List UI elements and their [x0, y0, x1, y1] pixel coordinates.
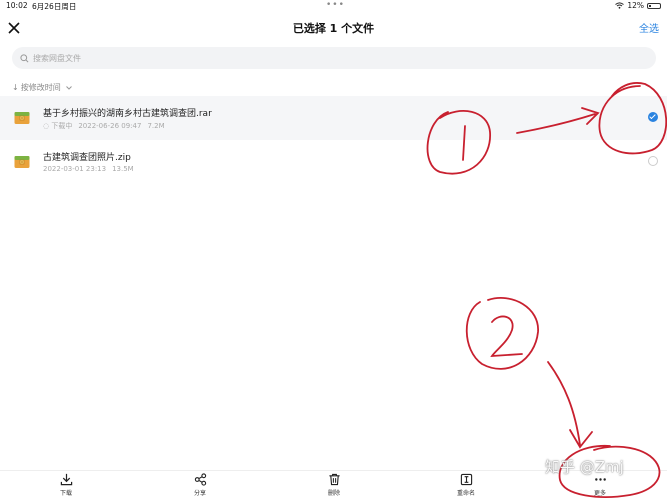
top-navbar: 已选择 1 个文件 全选 — [0, 14, 667, 42]
file-name: 基于乡村振兴的湖南乡村古建筑调查团.rar — [43, 109, 212, 119]
file-name: 古建筑调查团照片.zip — [43, 153, 131, 163]
file-size: 13.5M — [112, 165, 134, 173]
download-status: ◌ 下载中 — [43, 122, 73, 130]
status-right: 12% — [615, 1, 661, 10]
archive-file-icon — [14, 156, 30, 168]
file-meta: ◌ 下载中 2022-06-26 09:47 7.2M — [43, 121, 165, 131]
status-time: 10:02 — [6, 1, 28, 10]
archive-file-icon — [14, 112, 30, 124]
zhihu-watermark: 知乎 @Zmj — [545, 458, 624, 476]
annotation-arrow-2 — [547, 361, 593, 449]
select-all-button[interactable]: 全选 — [639, 20, 659, 35]
file-meta: 2022-03-01 23:13 13.5M — [43, 165, 134, 173]
delete-button[interactable]: 删除 — [314, 473, 354, 497]
close-button[interactable] — [8, 18, 26, 36]
file-row[interactable]: 古建筑调查团照片.zip 2022-03-01 23:13 13.5M — [0, 140, 667, 184]
battery-percent: 12% — [627, 1, 644, 10]
wifi-icon — [615, 2, 625, 9]
annotation-circle-2 — [465, 297, 539, 370]
battery-icon — [647, 2, 661, 9]
file-size: 7.2M — [147, 122, 165, 130]
search-bar[interactable] — [12, 47, 656, 69]
chevron-down-icon — [65, 85, 72, 90]
search-icon — [20, 53, 29, 62]
file-row[interactable]: 基于乡村振兴的湖南乡村古建筑调查团.rar ◌ 下载中 2022-06-26 0… — [0, 96, 667, 140]
file-date: 2022-06-26 09:47 — [78, 122, 142, 130]
file-checkbox-checked[interactable] — [648, 112, 658, 122]
search-input[interactable] — [33, 53, 433, 63]
sort-selector[interactable]: ↓ 按修改时间 — [12, 82, 72, 93]
download-icon — [60, 473, 72, 486]
annotation-number-2 — [490, 315, 523, 358]
sort-label: 按修改时间 — [20, 83, 61, 92]
status-bar: 10:02 6月26日周日 ••• 12% — [0, 0, 667, 12]
rename-icon — [460, 473, 472, 486]
hand-annotation-overlay — [426, 82, 667, 498]
status-date: 6月26日周日 — [32, 2, 77, 11]
page-title: 已选择 1 个文件 — [292, 22, 375, 35]
rename-label: 重命名 — [456, 490, 475, 497]
file-checkbox[interactable] — [648, 156, 658, 166]
share-label: 分享 — [193, 490, 206, 497]
share-icon — [194, 473, 206, 486]
trash-icon — [328, 473, 340, 486]
more-label: 更多 — [593, 490, 606, 497]
download-label: 下载 — [59, 490, 72, 497]
rename-button[interactable]: 重命名 — [446, 473, 486, 497]
multitask-dots-icon[interactable]: ••• — [326, 0, 345, 10]
download-button[interactable]: 下载 — [46, 473, 86, 497]
close-icon — [8, 22, 20, 34]
delete-label: 删除 — [327, 490, 340, 497]
file-date: 2022-03-01 23:13 — [43, 165, 107, 173]
share-button[interactable]: 分享 — [180, 473, 220, 497]
sort-arrow-icon: ↓ — [12, 83, 19, 92]
